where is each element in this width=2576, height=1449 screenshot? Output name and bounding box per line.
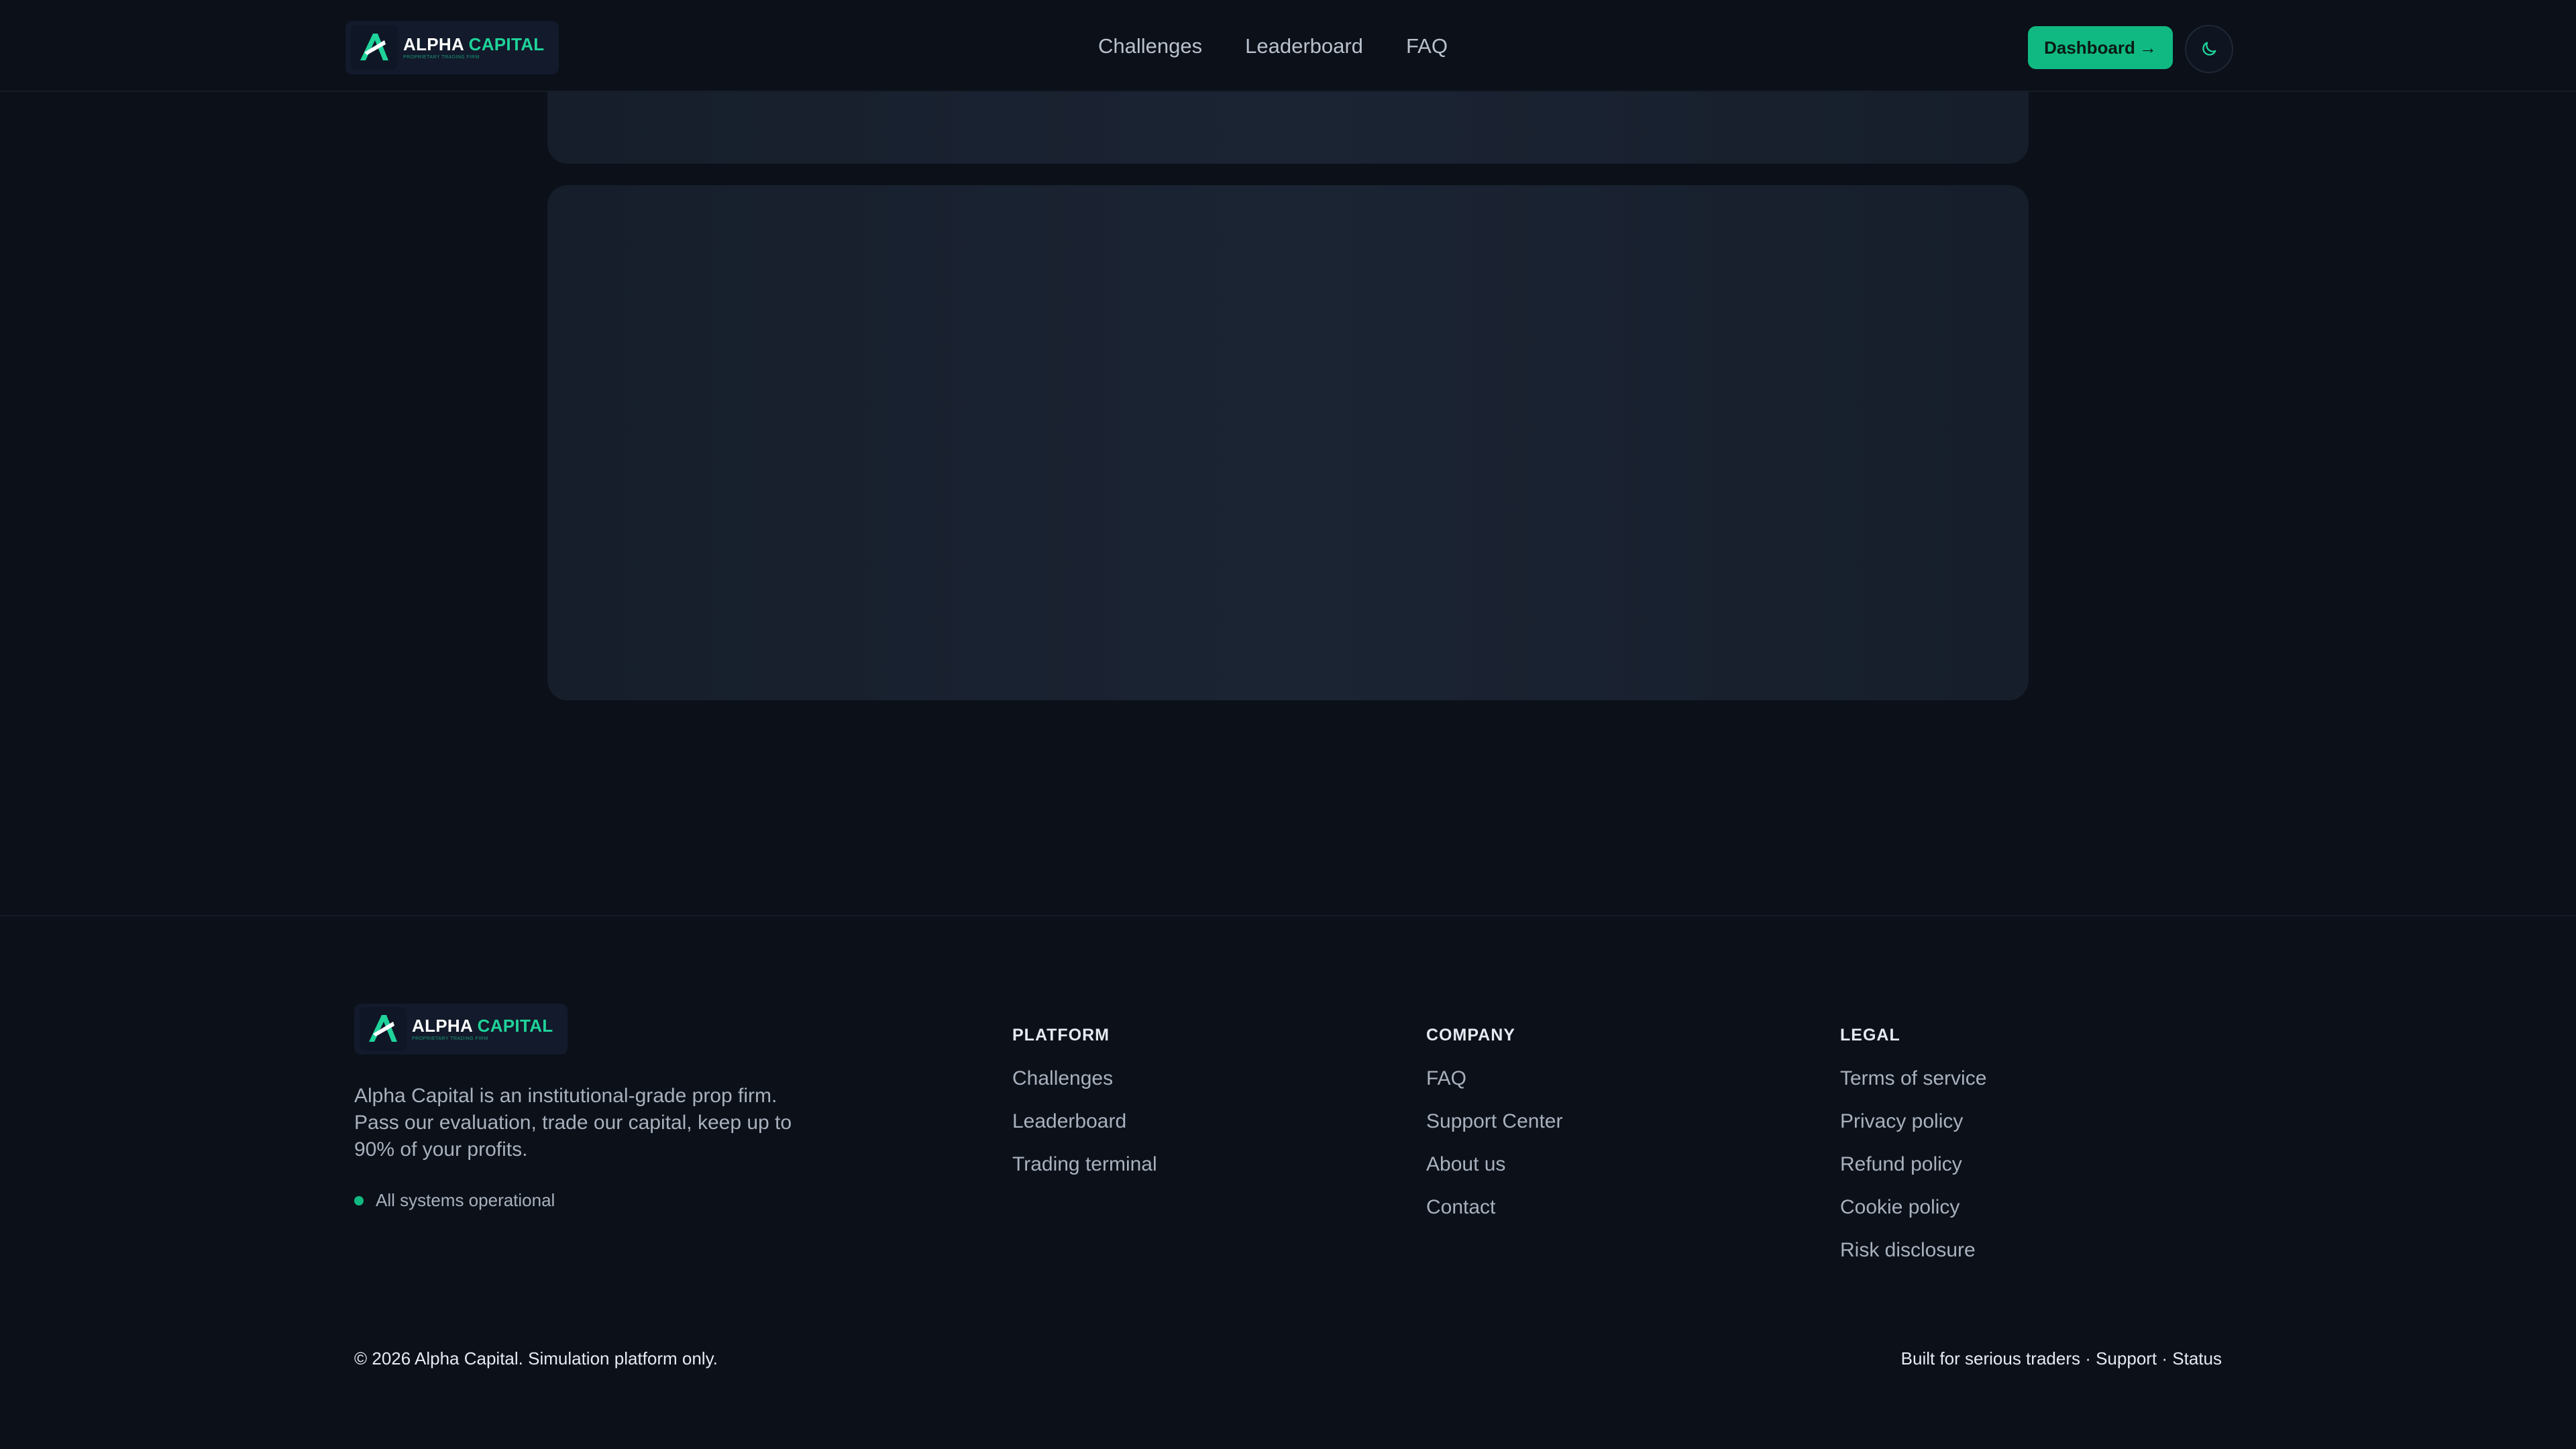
theme-toggle-button[interactable] [2185,25,2233,73]
footer-link-about-us[interactable]: About us [1426,1143,1562,1186]
footer-link-terms[interactable]: Terms of service [1840,1057,1986,1100]
logo-title: ALPHA CAPITAL [412,1016,553,1036]
footer-link-faq[interactable]: FAQ [1426,1057,1562,1100]
loading-skeleton-card [547,185,2029,700]
footer-link-leaderboard[interactable]: Leaderboard [1012,1100,1157,1143]
footer-bottom-links: Built for serious traders · Support · St… [1901,1348,2222,1369]
arrow-right-icon: → [2139,37,2157,58]
footer-heading-company: COMPANY [1426,1026,1515,1044]
alpha-logo-icon [360,1007,407,1051]
copyright-text: © 2026 Alpha Capital. Simulation platfor… [354,1348,718,1368]
header-logo[interactable]: ALPHA CAPITAL PROPRIETARY TRADING FIRM [345,21,559,74]
footer-link-support-center[interactable]: Support Center [1426,1100,1562,1143]
footer-column-platform: PLATFORM Challenges Leaderboard Trading … [1012,1004,1157,1186]
logo-title: ALPHA CAPITAL [403,34,545,54]
footer-link-privacy[interactable]: Privacy policy [1840,1100,1986,1143]
footer-description: Alpha Capital is an institutional-grade … [354,1085,792,1161]
nav-challenges[interactable]: Challenges [1098,34,1202,58]
separator: · [2080,1348,2096,1368]
loading-skeleton-card [547,92,2029,164]
footer-link-refund[interactable]: Refund policy [1840,1143,1986,1186]
alpha-logo-icon [351,25,398,70]
footer-logo[interactable]: ALPHA CAPITAL PROPRIETARY TRADING FIRM [354,1004,568,1055]
status-text: All systems operational [376,1190,555,1210]
footer-link-challenges[interactable]: Challenges [1012,1057,1157,1100]
footer-link-contact[interactable]: Contact [1426,1186,1562,1229]
footer-link-risk-disclosure[interactable]: Risk disclosure [1840,1229,1986,1272]
status-dot-icon [354,1195,364,1205]
footer-support-link[interactable]: Support [2096,1348,2157,1368]
footer-bottom-bar: © 2026 Alpha Capital. Simulation platfor… [354,1338,2222,1379]
moon-icon [2202,42,2216,56]
footer-heading-platform: PLATFORM [1012,1026,1110,1044]
footer-status-link[interactable]: Status [2172,1348,2222,1368]
dashboard-button-label: Dashboard [2044,37,2135,58]
site-footer: ALPHA CAPITAL PROPRIETARY TRADING FIRM A… [0,915,2576,1449]
footer-heading-legal: LEGAL [1840,1026,1900,1044]
main-nav: Challenges Leaderboard FAQ [1098,0,1491,92]
separator: · [2157,1348,2173,1368]
site-header: ALPHA CAPITAL PROPRIETARY TRADING FIRM C… [0,0,2576,92]
nav-faq[interactable]: FAQ [1406,34,1448,58]
nav-leaderboard[interactable]: Leaderboard [1245,34,1363,58]
dashboard-button[interactable]: Dashboard → [2028,26,2173,69]
footer-column-legal: LEGAL Terms of service Privacy policy Re… [1840,1004,1986,1272]
system-status: All systems operational [354,1190,797,1211]
footer-brand: ALPHA CAPITAL PROPRIETARY TRADING FIRM A… [354,1004,797,1211]
built-for-text: Built for serious traders [1900,1348,2080,1368]
logo-tagline: PROPRIETARY TRADING FIRM [412,1036,488,1041]
footer-link-trading-terminal[interactable]: Trading terminal [1012,1143,1157,1186]
footer-link-cookie[interactable]: Cookie policy [1840,1186,1986,1229]
footer-column-company: COMPANY FAQ Support Center About us Cont… [1426,1004,1562,1229]
logo-tagline: PROPRIETARY TRADING FIRM [403,55,480,60]
